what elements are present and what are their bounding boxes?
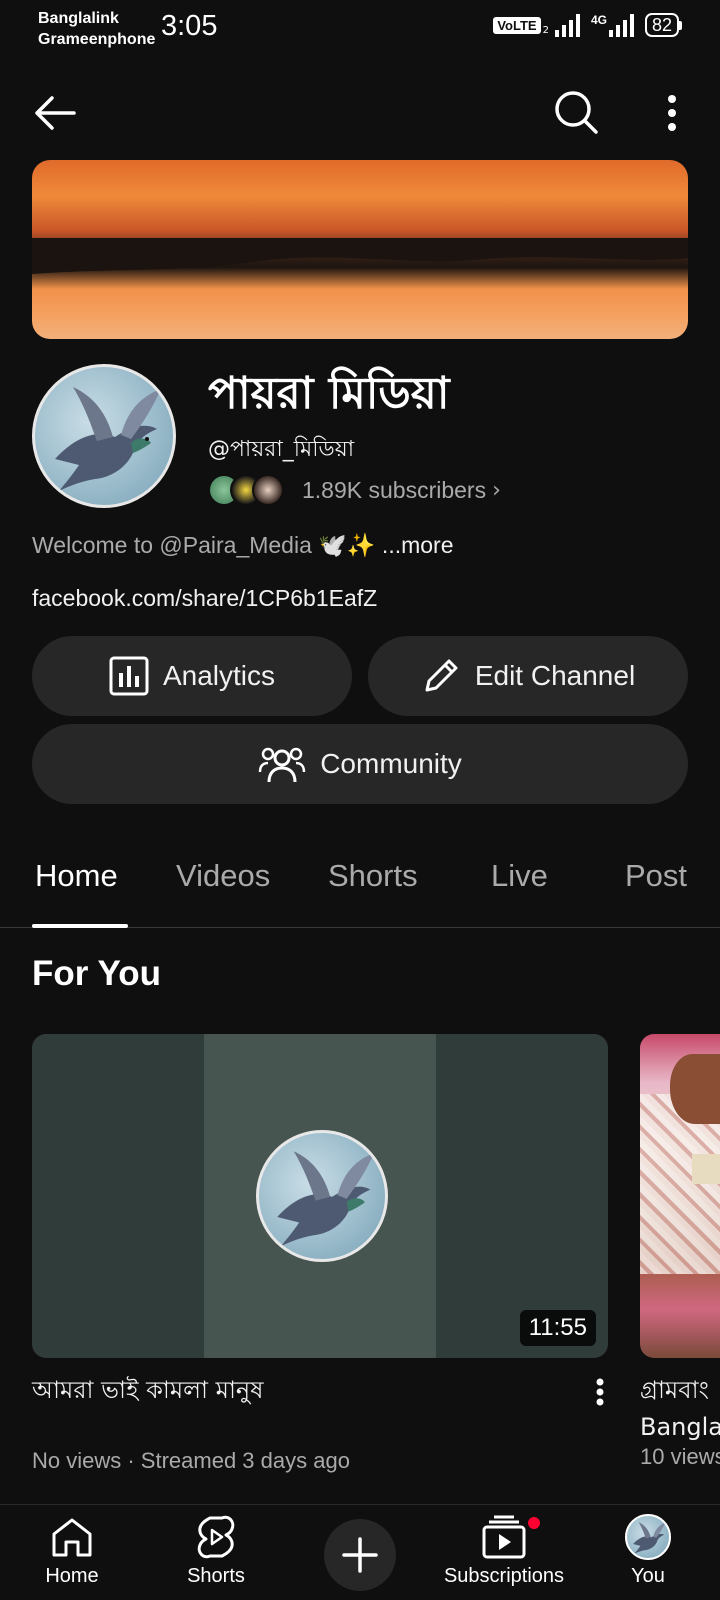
nav-subscriptions-label: Subscriptions <box>443 1565 565 1587</box>
more-options-button[interactable] <box>650 88 694 138</box>
subscriber-count: 1.89K subscribers <box>302 476 487 503</box>
video-title-2[interactable]: গ্রামবাং Bangla <box>640 1372 720 1446</box>
video-title-2-line1: গ্রামবাং <box>640 1376 709 1404</box>
sim-index: 2 <box>542 24 549 36</box>
edit-channel-button[interactable]: Edit Channel <box>368 636 688 716</box>
description-text: Welcome to @Paira_Media 🕊️✨ <box>32 532 376 558</box>
analytics-label: Analytics <box>162 660 276 691</box>
channel-link[interactable]: facebook.com/share/1CP6b1EafZ <box>32 585 377 612</box>
community-button[interactable]: Community <box>32 724 688 804</box>
video-thumbnail[interactable]: 11:55 <box>32 1034 608 1358</box>
channel-avatar[interactable] <box>32 364 176 508</box>
people-icon <box>258 747 306 783</box>
tab-videos[interactable]: Videos <box>176 858 270 894</box>
signal-icon-2 <box>608 14 634 37</box>
tab-post[interactable]: Post <box>625 858 687 894</box>
pigeon-image <box>55 387 161 491</box>
tab-shorts[interactable]: Shorts <box>328 858 418 894</box>
status-bar: Banglalink Grameenphone 3:05 VoLTE 2 4G … <box>0 0 720 56</box>
video-thumbnail-2[interactable] <box>640 1034 720 1358</box>
banner-landscape <box>32 238 688 274</box>
community-label: Community <box>320 748 462 779</box>
plus-icon <box>342 1537 378 1573</box>
edit-channel-label: Edit Channel <box>474 660 636 691</box>
network-type: 4G <box>590 13 607 27</box>
signal-icon <box>554 14 580 37</box>
video-meta: No views · Streamed 3 days ago <box>32 1448 350 1473</box>
video-meta-2: 10 views <box>640 1444 720 1469</box>
bottom-navigation: Home Shorts Subscriptions You <box>0 1504 720 1600</box>
back-button[interactable] <box>30 88 80 138</box>
section-title: For You <box>32 954 161 993</box>
battery-icon: 82 <box>644 13 682 37</box>
shorts-icon <box>197 1515 235 1559</box>
clock: 3:05 <box>161 10 218 42</box>
nav-you[interactable]: You <box>608 1505 688 1600</box>
create-button[interactable] <box>324 1519 396 1591</box>
analytics-button[interactable]: Analytics <box>32 636 352 716</box>
chevron-right-icon: › <box>492 477 501 503</box>
channel-handle: @পায়রা_মিডিয়া <box>208 437 355 462</box>
subscriptions-icon <box>482 1515 526 1559</box>
pencil-icon <box>425 659 458 692</box>
carrier-names: Banglalink Grameenphone <box>38 8 155 50</box>
nav-home-label: Home <box>45 1565 99 1587</box>
top-bar <box>0 84 720 140</box>
status-icons: VoLTE 2 4G 82 <box>493 13 682 37</box>
nav-shorts[interactable]: Shorts <box>176 1505 256 1600</box>
video-menu-button[interactable] <box>586 1376 614 1408</box>
channel-banner[interactable] <box>32 160 688 339</box>
nav-home[interactable]: Home <box>32 1505 112 1600</box>
video-title[interactable]: আমরা ভাই কামলা মানুষ <box>32 1372 532 1409</box>
description-more[interactable]: ...more <box>376 532 454 558</box>
analytics-icon <box>109 656 149 696</box>
pigeon-logo-image <box>256 1130 388 1262</box>
video-title-2-line2: Bangla <box>640 1413 720 1441</box>
active-tab-indicator <box>32 924 128 928</box>
search-icon <box>555 91 598 134</box>
battery-level: 82 <box>644 13 679 37</box>
arrow-left-icon <box>35 96 76 130</box>
search-button[interactable] <box>550 86 602 138</box>
subscribers-row[interactable]: 1.89K subscribers › <box>208 472 501 508</box>
channel-name: পায়রা মিডিয়া <box>208 368 450 419</box>
volte-icon: VoLTE <box>493 16 541 34</box>
nav-shorts-label: Shorts <box>187 1565 245 1587</box>
channel-tabs: Home Videos Shorts Live Post <box>0 848 720 928</box>
subscriber-avatars <box>208 474 286 506</box>
tab-live[interactable]: Live <box>491 858 548 894</box>
more-vertical-icon <box>596 1378 604 1406</box>
subscriber-avatar-3 <box>252 474 284 506</box>
carrier-2: Grameenphone <box>38 31 156 48</box>
channel-description[interactable]: Welcome to @Paira_Media 🕊️✨ ...more <box>32 532 454 559</box>
tab-home[interactable]: Home <box>35 858 118 894</box>
carrier-1: Banglalink <box>38 10 119 27</box>
nav-you-label: You <box>631 1565 665 1587</box>
more-vertical-icon <box>668 95 676 131</box>
profile-avatar <box>625 1514 671 1560</box>
nav-subscriptions[interactable]: Subscriptions <box>438 1505 570 1600</box>
home-icon <box>52 1518 92 1557</box>
notification-dot <box>526 1515 542 1531</box>
video-duration: 11:55 <box>519 1310 596 1346</box>
